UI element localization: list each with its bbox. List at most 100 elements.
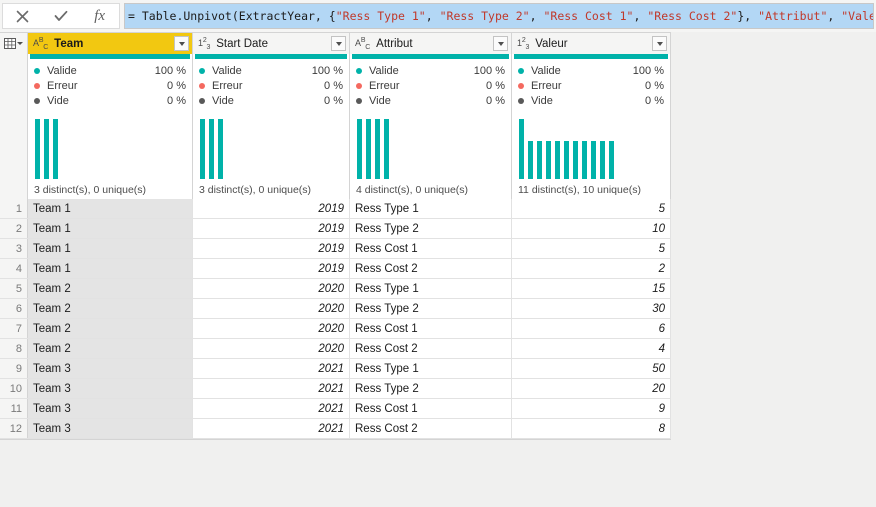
cell-valeur[interactable]: 8 xyxy=(512,419,671,438)
histogram-bar[interactable] xyxy=(375,119,380,179)
column-header-valeur[interactable]: 123 Valeur xyxy=(512,33,671,54)
table-row[interactable]: 9 Team 3 2021 Ress Type 1 50 xyxy=(0,359,671,379)
cell-attribut[interactable]: Ress Cost 2 xyxy=(350,259,512,278)
column-header-start-date[interactable]: 123 Start Date xyxy=(193,33,350,54)
histogram-bar[interactable] xyxy=(53,119,58,179)
cell-valeur[interactable]: 5 xyxy=(512,239,671,258)
cell-start_date[interactable]: 2021 xyxy=(193,399,350,418)
histogram-bar[interactable] xyxy=(609,141,614,179)
cell-team[interactable]: Team 1 xyxy=(28,239,193,258)
histogram-bar[interactable] xyxy=(519,119,524,179)
cell-valeur[interactable]: 50 xyxy=(512,359,671,378)
column-filter-button-team[interactable] xyxy=(174,36,189,51)
cell-team[interactable]: Team 3 xyxy=(28,359,193,378)
column-header-team[interactable]: ABC Team xyxy=(28,33,193,54)
row-number[interactable]: 12 xyxy=(0,419,28,438)
cell-attribut[interactable]: Ress Cost 2 xyxy=(350,419,512,438)
formula-input[interactable]: = Table.Unpivot(ExtractYear, {"Ress Type… xyxy=(124,3,874,29)
cell-team[interactable]: Team 3 xyxy=(28,419,193,438)
histogram-bar[interactable] xyxy=(384,119,389,179)
row-number[interactable]: 11 xyxy=(0,399,28,418)
cell-team[interactable]: Team 2 xyxy=(28,299,193,318)
cell-attribut[interactable]: Ress Type 1 xyxy=(350,279,512,298)
table-row[interactable]: 8 Team 2 2020 Ress Cost 24 xyxy=(0,339,671,359)
row-number[interactable]: 9 xyxy=(0,359,28,378)
histogram-bar[interactable] xyxy=(573,141,578,179)
cell-start_date[interactable]: 2020 xyxy=(193,339,350,358)
cell-team[interactable]: Team 2 xyxy=(28,339,193,358)
close-icon[interactable] xyxy=(5,4,39,28)
cell-start_date[interactable]: 2021 xyxy=(193,379,350,398)
cell-valeur[interactable]: 15 xyxy=(512,279,671,298)
123-number-type-icon[interactable]: 123 xyxy=(517,37,529,51)
cell-attribut[interactable]: Ress Type 1 xyxy=(350,359,512,378)
select-all-button[interactable] xyxy=(0,33,28,54)
histogram-bar[interactable] xyxy=(546,141,551,179)
cell-attribut[interactable]: Ress Cost 1 xyxy=(350,319,512,338)
cell-start_date[interactable]: 2019 xyxy=(193,199,350,218)
cell-start_date[interactable]: 2020 xyxy=(193,299,350,318)
table-row[interactable]: 3 Team 1 2019 Ress Cost 15 xyxy=(0,239,671,259)
table-row[interactable]: 6 Team 2 2020 Ress Type 2 30 xyxy=(0,299,671,319)
cell-valeur[interactable]: 9 xyxy=(512,399,671,418)
formula-text[interactable]: = Table.Unpivot(ExtractYear, {"Ress Type… xyxy=(125,4,873,28)
row-number[interactable]: 5 xyxy=(0,279,28,298)
cell-start_date[interactable]: 2019 xyxy=(193,259,350,278)
histogram-bar[interactable] xyxy=(200,119,205,179)
table-row[interactable]: 4 Team 1 2019 Ress Cost 22 xyxy=(0,259,671,279)
column-header-attribut[interactable]: ABC Attribut xyxy=(350,33,512,54)
row-number[interactable]: 3 xyxy=(0,239,28,258)
column-filter-button-valeur[interactable] xyxy=(652,36,667,51)
histogram-bar[interactable] xyxy=(537,141,542,179)
cell-valeur[interactable]: 4 xyxy=(512,339,671,358)
histogram-bar[interactable] xyxy=(582,141,587,179)
cell-start_date[interactable]: 2020 xyxy=(193,319,350,338)
cell-attribut[interactable]: Ress Cost 2 xyxy=(350,339,512,358)
row-number[interactable]: 2 xyxy=(0,219,28,238)
cell-valeur[interactable]: 30 xyxy=(512,299,671,318)
histogram-bar[interactable] xyxy=(218,119,223,179)
histogram-bar[interactable] xyxy=(600,141,605,179)
cell-start_date[interactable]: 2019 xyxy=(193,219,350,238)
histogram-bar[interactable] xyxy=(44,119,49,179)
cell-attribut[interactable]: Ress Cost 1 xyxy=(350,399,512,418)
cell-start_date[interactable]: 2019 xyxy=(193,239,350,258)
table-row[interactable]: 12 Team 3 2021 Ress Cost 28 xyxy=(0,419,671,439)
row-number[interactable]: 1 xyxy=(0,199,28,218)
table-row[interactable]: 10 Team 3 2021 Ress Type 2 20 xyxy=(0,379,671,399)
histogram-bar[interactable] xyxy=(209,119,214,179)
value-distribution-histogram[interactable] xyxy=(200,119,223,179)
cell-start_date[interactable]: 2020 xyxy=(193,279,350,298)
abc-text-type-icon[interactable]: ABC xyxy=(355,37,370,51)
check-icon[interactable] xyxy=(44,4,78,28)
value-distribution-histogram[interactable] xyxy=(519,119,614,179)
histogram-bar[interactable] xyxy=(366,119,371,179)
cell-team[interactable]: Team 1 xyxy=(28,259,193,278)
123-number-type-icon[interactable]: 123 xyxy=(198,37,210,51)
row-number[interactable]: 10 xyxy=(0,379,28,398)
cell-team[interactable]: Team 2 xyxy=(28,319,193,338)
cell-attribut[interactable]: Ress Type 2 xyxy=(350,379,512,398)
cell-attribut[interactable]: Ress Type 1 xyxy=(350,199,512,218)
histogram-bar[interactable] xyxy=(357,119,362,179)
fx-icon[interactable]: fx xyxy=(83,4,117,28)
histogram-bar[interactable] xyxy=(35,119,40,179)
abc-text-type-icon[interactable]: ABC xyxy=(33,37,48,51)
table-row[interactable]: 5 Team 2 2020 Ress Type 1 15 xyxy=(0,279,671,299)
column-filter-button-attribut[interactable] xyxy=(493,36,508,51)
cell-valeur[interactable]: 6 xyxy=(512,319,671,338)
cell-valeur[interactable]: 5 xyxy=(512,199,671,218)
row-number[interactable]: 4 xyxy=(0,259,28,278)
cell-attribut[interactable]: Ress Type 2 xyxy=(350,299,512,318)
column-filter-button-start-date[interactable] xyxy=(331,36,346,51)
cell-attribut[interactable]: Ress Type 2 xyxy=(350,219,512,238)
histogram-bar[interactable] xyxy=(564,141,569,179)
histogram-bar[interactable] xyxy=(591,141,596,179)
row-number[interactable]: 6 xyxy=(0,299,28,318)
cell-team[interactable]: Team 1 xyxy=(28,219,193,238)
cell-start_date[interactable]: 2021 xyxy=(193,359,350,378)
row-number[interactable]: 8 xyxy=(0,339,28,358)
value-distribution-histogram[interactable] xyxy=(357,119,389,179)
value-distribution-histogram[interactable] xyxy=(35,119,58,179)
cell-valeur[interactable]: 20 xyxy=(512,379,671,398)
